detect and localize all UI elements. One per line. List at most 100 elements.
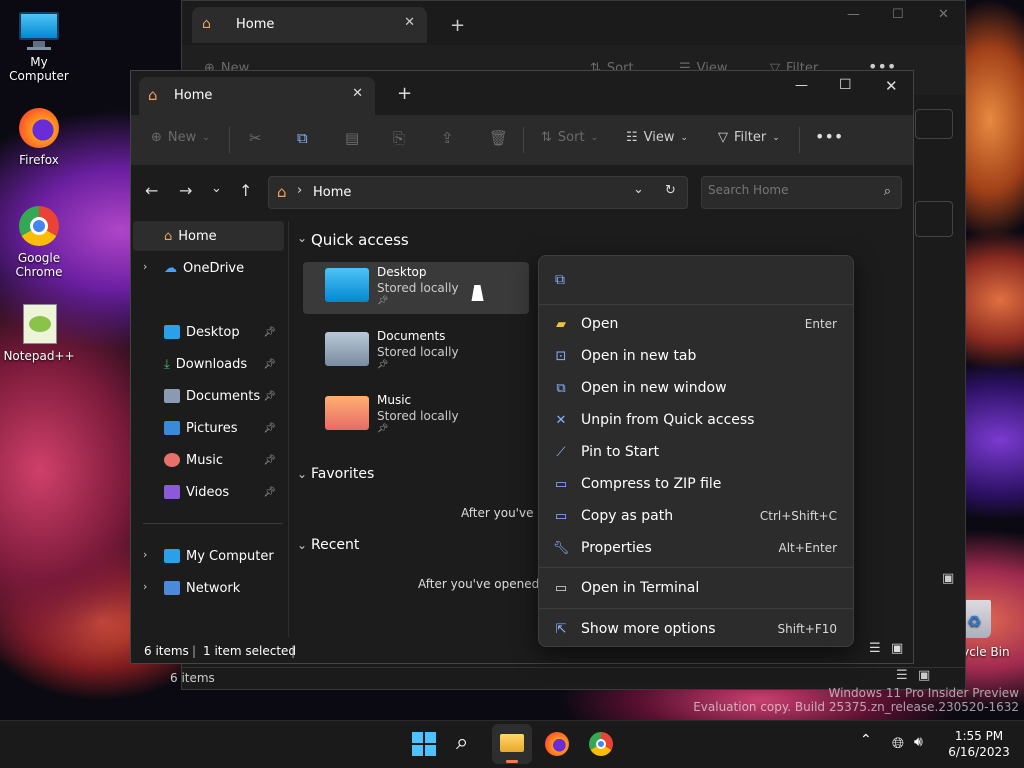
menu-item-open[interactable]: ▰ Open Enter (553, 310, 839, 338)
preview-icon[interactable]: ▣ (942, 571, 954, 586)
section-quick-access[interactable]: Quick access (311, 231, 409, 249)
details-view-icon[interactable]: ☰ (869, 641, 881, 656)
more-options-icon[interactable]: ••• (815, 127, 843, 146)
file-explorer-taskbar-button[interactable] (492, 724, 532, 764)
menu-item-pin-to-start[interactable]: ⟋ Pin to Start (553, 438, 839, 466)
delete-icon[interactable]: 🗑︎ (489, 129, 508, 147)
label: Open (581, 316, 619, 332)
clock-date: 6/16/2023 (948, 745, 1010, 759)
new-button[interactable]: ⊕ New ⌄ (151, 130, 210, 145)
nav-item-documents[interactable]: Documents 📌︎ (164, 384, 284, 408)
details-view-icon[interactable]: ☰ (896, 668, 908, 683)
network-globe-icon[interactable]: 🌐︎ (892, 734, 904, 752)
menu-item-open-new-tab[interactable]: ⊡ Open in new tab (553, 342, 839, 370)
label: Network (186, 580, 241, 596)
share-icon[interactable]: ⇪ (441, 129, 454, 147)
video-icon (164, 485, 180, 499)
pin-icon: 📌︎ (263, 326, 276, 338)
chrome-taskbar-icon[interactable] (589, 732, 613, 756)
new-tab-icon[interactable]: + (397, 83, 412, 104)
section-favorites[interactable]: Favorites (311, 466, 374, 482)
view-icon: ☷ (626, 130, 638, 145)
nav-item-pictures[interactable]: Pictures 📌︎ (164, 416, 284, 440)
menu-item-unpin[interactable]: ✕ Unpin from Quick access (553, 406, 839, 434)
desktop-icon-chrome[interactable]: Google Chrome (1, 204, 77, 279)
chevron-down-icon[interactable]: ⌄ (633, 182, 644, 197)
clock[interactable]: 1:55 PM 6/16/2023 (944, 728, 1014, 760)
label: Show more options (581, 621, 716, 637)
maximize-icon[interactable]: ☐ (839, 77, 852, 93)
quick-item-music[interactable]: Music Stored locally 📌︎ (303, 390, 529, 442)
copy-icon[interactable]: ⧉ (555, 272, 565, 288)
nav-item-music[interactable]: Music 📌︎ (164, 448, 284, 472)
paste-icon[interactable]: ▤ (345, 129, 359, 147)
close-window-icon[interactable]: ✕ (885, 77, 898, 95)
back-arrow-icon[interactable]: ← (145, 181, 158, 200)
download-icon: ⤓ (164, 356, 170, 372)
copy-icon[interactable]: ⧉ (297, 129, 308, 147)
menu-item-compress-zip[interactable]: ▭ Compress to ZIP file (553, 470, 839, 498)
collapse-chevron-icon[interactable]: ⌄ (297, 467, 307, 481)
firefox-taskbar-icon[interactable] (545, 732, 569, 756)
forward-arrow-icon[interactable]: → (179, 181, 192, 200)
sort-button[interactable]: ⇅ Sort ⌄ (541, 130, 598, 145)
search-input[interactable] (708, 183, 868, 197)
close-tab-icon[interactable]: ✕ (352, 86, 363, 101)
close-window-icon[interactable]: ✕ (938, 7, 949, 22)
nav-item-my-computer[interactable]: My Computer (164, 544, 274, 568)
menu-item-open-new-window[interactable]: ⧉ Open in new window (553, 374, 839, 402)
quick-item-documents[interactable]: Documents Stored locally 📌︎ (303, 326, 529, 378)
nav-item-videos[interactable]: Videos 📌︎ (164, 480, 284, 504)
show-hidden-icons-chevron-icon[interactable]: ⌃ (860, 732, 872, 748)
recent-locations-icon[interactable]: ⌄ (211, 181, 222, 196)
navigation-pane: ⌂ Home › ☁ OneDrive Desktop 📌︎ ⤓ Downloads 📌︎… (133, 221, 286, 637)
rename-icon[interactable]: ⎘ (393, 129, 405, 147)
search-icon[interactable]: ⌕ (456, 730, 468, 755)
section-recent[interactable]: Recent (311, 537, 359, 553)
expand-chevron-icon[interactable]: › (143, 548, 147, 561)
menu-item-copy-as-path[interactable]: ▭ Copy as path Ctrl+Shift+C (553, 502, 839, 530)
search-box[interactable]: ⌕ (701, 176, 902, 209)
cut-icon[interactable]: ✂ (249, 129, 262, 147)
chevron-right-icon: › (297, 183, 303, 198)
label: Compress to ZIP file (581, 476, 722, 492)
desktop-icon-firefox[interactable]: Firefox (1, 106, 77, 167)
collapse-chevron-icon[interactable]: ⌄ (297, 231, 307, 245)
filter-button[interactable]: ▽ Filter ⌄ (718, 130, 780, 145)
maximize-icon[interactable]: ☐ (892, 7, 904, 22)
address-bar[interactable]: ⌂ › Home ⌄ ↻ (268, 176, 688, 209)
close-icon[interactable]: ✕ (404, 15, 415, 30)
desktop-icon-label: My Computer (9, 55, 69, 83)
back-tab[interactable]: ⌂ Home ✕ (192, 7, 427, 43)
tiles-view-icon[interactable]: ▣ (918, 668, 930, 683)
minimize-icon[interactable]: — (795, 78, 808, 93)
up-arrow-icon[interactable]: ↑ (239, 181, 252, 200)
quick-item-desktop[interactable]: Desktop Stored locally 📌︎ (303, 262, 529, 314)
desktop-folder-icon (325, 268, 369, 302)
menu-item-show-more-options[interactable]: ⇱ Show more options Shift+F10 (553, 615, 839, 643)
breadcrumb[interactable]: Home (313, 185, 351, 200)
desktop-icon-my-computer[interactable]: My Computer (1, 8, 77, 83)
nav-item-downloads[interactable]: ⤓ Downloads 📌︎ (164, 352, 284, 376)
start-button-icon[interactable] (412, 732, 436, 756)
label: Music (186, 452, 223, 468)
expand-chevron-icon[interactable]: › (143, 580, 147, 593)
tab-home[interactable]: ⌂ Home ✕ (139, 77, 375, 115)
expand-chevron-icon[interactable]: › (143, 260, 147, 273)
volume-icon[interactable]: 🔊︎ (914, 734, 923, 750)
tiles-view-icon[interactable]: ▣ (891, 641, 903, 656)
desktop-icon-notepad-plus-plus[interactable]: Notepad++ (1, 302, 77, 363)
nav-item-onedrive[interactable]: ☁ OneDrive (164, 256, 244, 280)
menu-item-properties[interactable]: 🔧︎ Properties Alt+Enter (553, 534, 839, 562)
menu-item-open-terminal[interactable]: ▭ Open in Terminal (553, 574, 839, 602)
refresh-icon[interactable]: ↻ (665, 183, 676, 198)
nav-item-home[interactable]: ⌂ Home (164, 224, 217, 248)
label: Open in new window (581, 380, 727, 396)
collapse-chevron-icon[interactable]: ⌄ (297, 538, 307, 552)
desktop-icon-label: Google Chrome (15, 251, 63, 279)
new-tab-icon[interactable]: + (450, 15, 465, 36)
minimize-icon[interactable]: — (847, 7, 860, 22)
nav-item-desktop[interactable]: Desktop 📌︎ (164, 320, 284, 344)
nav-item-network[interactable]: Network (164, 576, 240, 600)
view-button[interactable]: ☷ View ⌄ (626, 130, 688, 145)
